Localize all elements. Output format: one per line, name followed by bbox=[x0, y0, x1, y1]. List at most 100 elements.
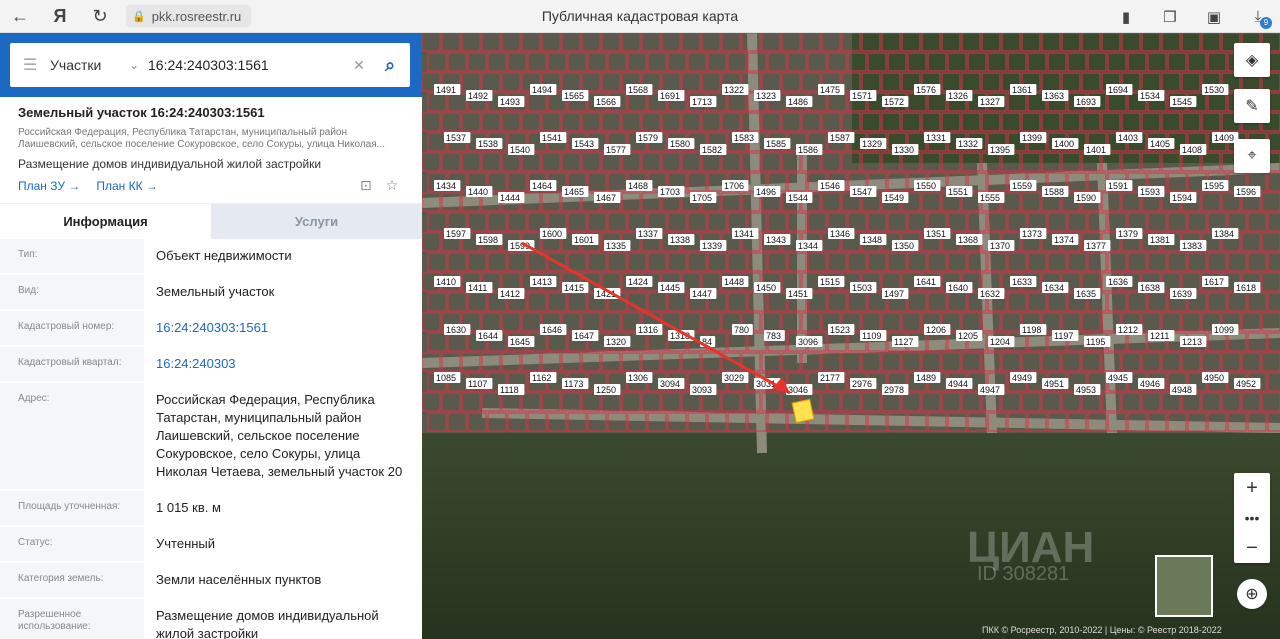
parcel-label[interactable]: 1335 bbox=[606, 241, 626, 251]
parcel-label[interactable]: 1099 bbox=[1214, 325, 1234, 335]
parcel-label[interactable]: 1206 bbox=[926, 325, 946, 335]
parcel-label[interactable]: 1591 bbox=[1108, 181, 1128, 191]
parcel-label[interactable]: 1450 bbox=[756, 283, 776, 293]
parcel-label[interactable]: 1639 bbox=[1172, 289, 1192, 299]
plan-kk-link[interactable]: План КК → bbox=[96, 179, 158, 193]
parcel-label[interactable]: 1632 bbox=[980, 289, 1000, 299]
parcel-label[interactable]: 1434 bbox=[436, 181, 456, 191]
parcel-label[interactable]: 1713 bbox=[692, 97, 712, 107]
parcel-label[interactable]: 1405 bbox=[1150, 139, 1170, 149]
parcel-label[interactable]: 1440 bbox=[468, 187, 488, 197]
plan-zu-link[interactable]: План ЗУ → bbox=[18, 179, 80, 193]
parcel-label[interactable]: 1415 bbox=[564, 283, 584, 293]
cadastral-quarter-link[interactable]: 16:24:240303 bbox=[144, 347, 422, 381]
parcel-label[interactable]: 1411 bbox=[468, 283, 487, 293]
parcel-label[interactable]: 1323 bbox=[756, 91, 776, 101]
parcel-label[interactable]: 780 bbox=[734, 325, 749, 335]
parcel-label[interactable]: 1497 bbox=[884, 289, 904, 299]
parcel-label[interactable]: 1444 bbox=[500, 193, 520, 203]
parcel-label[interactable]: 1403 bbox=[1118, 133, 1138, 143]
chevron-down-icon[interactable]: ⌄ bbox=[120, 58, 148, 72]
parcel-label[interactable]: 1368 bbox=[958, 235, 978, 245]
parcel-label[interactable]: 1198 bbox=[1022, 325, 1041, 335]
parcel-label[interactable]: 1250 bbox=[596, 385, 616, 395]
parcel-label[interactable]: 1204 bbox=[990, 337, 1010, 347]
parcel-label[interactable]: 1162 bbox=[532, 373, 551, 383]
ruler-icon[interactable]: ✎ bbox=[1234, 89, 1270, 123]
parcel-label[interactable]: 1646 bbox=[542, 325, 562, 335]
parcel-label[interactable]: 1537 bbox=[446, 133, 466, 143]
parcel-label[interactable]: 1595 bbox=[1204, 181, 1224, 191]
map-canvas[interactable]: 1491 1492 1493 1494 1565 1566 1568 1691 1713 1322… bbox=[422, 33, 1280, 639]
parcel-label[interactable]: 1546 bbox=[820, 181, 840, 191]
cadastral-map[interactable]: 1491 1492 1493 1494 1565 1566 1568 1691 1713 1322… bbox=[422, 33, 1280, 639]
parcel-label[interactable]: 1491 bbox=[436, 85, 456, 95]
parcel-label[interactable]: 4944 bbox=[948, 379, 968, 389]
zoom-out-button[interactable]: − bbox=[1234, 533, 1270, 563]
parcel-label[interactable]: 1596 bbox=[1236, 187, 1256, 197]
parcel-label[interactable]: 1212 bbox=[1118, 325, 1138, 335]
parcel-label[interactable]: 1503 bbox=[852, 283, 872, 293]
parcel-label[interactable]: 4951 bbox=[1044, 379, 1064, 389]
parcel-label[interactable]: 1583 bbox=[734, 133, 754, 143]
parcel-label[interactable]: 1644 bbox=[478, 331, 498, 341]
parcel-label[interactable]: 1173 bbox=[564, 379, 583, 389]
parcel-label[interactable]: 1641 bbox=[916, 277, 936, 287]
parcel-label[interactable]: 1197 bbox=[1054, 331, 1073, 341]
parcel-label[interactable]: 4953 bbox=[1076, 385, 1096, 395]
parcel-label[interactable]: 1486 bbox=[788, 97, 808, 107]
back-arrow-icon[interactable]: ← bbox=[0, 0, 40, 33]
parcel-label[interactable]: 1617 bbox=[1204, 277, 1224, 287]
parcel-label[interactable]: 1538 bbox=[478, 139, 498, 149]
search-icon[interactable]: ⌕ bbox=[370, 43, 410, 87]
parcel-label[interactable]: 1350 bbox=[894, 241, 914, 251]
parcel-label[interactable]: 1338 bbox=[670, 235, 690, 245]
parcel-label[interactable]: 1585 bbox=[766, 139, 786, 149]
zoom-in-button[interactable]: + bbox=[1234, 473, 1270, 503]
parcel-label[interactable]: 1306 bbox=[628, 373, 648, 383]
parcel-label[interactable]: 4947 bbox=[980, 385, 1000, 395]
parcel-label[interactable]: 1400 bbox=[1054, 139, 1074, 149]
parcel-label[interactable]: 1451 bbox=[788, 289, 808, 299]
parcel-label[interactable]: 1600 bbox=[542, 229, 562, 239]
parcel-label[interactable]: 1205 bbox=[958, 331, 978, 341]
minimap[interactable] bbox=[1155, 555, 1213, 617]
parcel-label[interactable]: 1211 bbox=[1150, 331, 1169, 341]
parcel-label[interactable]: 783 bbox=[766, 331, 781, 341]
parcel-label[interactable]: 1594 bbox=[1172, 193, 1192, 203]
collections-icon[interactable]: ❒ bbox=[1148, 0, 1192, 33]
parcel-label[interactable]: 3093 bbox=[692, 385, 712, 395]
parcel-label[interactable]: 1590 bbox=[1076, 193, 1096, 203]
parcel-label[interactable]: 4948 bbox=[1172, 385, 1192, 395]
parcel-label[interactable]: 1331 bbox=[926, 133, 946, 143]
parcel-label[interactable]: 1579 bbox=[638, 133, 658, 143]
parcel-label[interactable]: 1545 bbox=[1172, 97, 1192, 107]
parcel-label[interactable]: 1332 bbox=[958, 139, 978, 149]
parcel-label[interactable]: 1374 bbox=[1054, 235, 1074, 245]
parcel-label[interactable]: 1127 bbox=[894, 337, 913, 347]
parcel-label[interactable]: 1195 bbox=[1086, 337, 1105, 347]
parcel-label[interactable]: 3029 bbox=[724, 373, 744, 383]
parcel-label[interactable]: 1339 bbox=[702, 241, 722, 251]
parcel-label[interactable]: 1399 bbox=[1022, 133, 1042, 143]
parcel-label[interactable]: 1316 bbox=[638, 325, 658, 335]
parcel-label[interactable]: 1107 bbox=[468, 379, 487, 389]
parcel-label[interactable]: 3096 bbox=[798, 337, 818, 347]
parcel-label[interactable]: 1395 bbox=[990, 145, 1010, 155]
search-input[interactable]: 16:24:240303:1561 bbox=[148, 57, 348, 73]
parcel-label[interactable]: 1346 bbox=[830, 229, 850, 239]
parcel-label[interactable]: 1493 bbox=[500, 97, 520, 107]
parcel-label[interactable]: 1693 bbox=[1076, 97, 1096, 107]
parcel-label[interactable]: 1409 bbox=[1214, 133, 1234, 143]
bookmark-icon[interactable]: ▮ bbox=[1104, 0, 1148, 33]
parcel-label[interactable]: 1544 bbox=[788, 193, 808, 203]
parcel-label[interactable]: 1635 bbox=[1076, 289, 1096, 299]
parcel-label[interactable]: 1587 bbox=[830, 133, 850, 143]
parcel-label[interactable]: 1547 bbox=[852, 187, 872, 197]
parcel-label[interactable]: 1327 bbox=[980, 97, 1000, 107]
clear-icon[interactable]: ✕ bbox=[348, 57, 370, 74]
parcel-label[interactable]: 1572 bbox=[884, 97, 904, 107]
parcel-label[interactable]: 1381 bbox=[1150, 235, 1170, 245]
yandex-logo-icon[interactable]: Я bbox=[40, 0, 80, 33]
parcel-label[interactable]: 1586 bbox=[798, 145, 818, 155]
